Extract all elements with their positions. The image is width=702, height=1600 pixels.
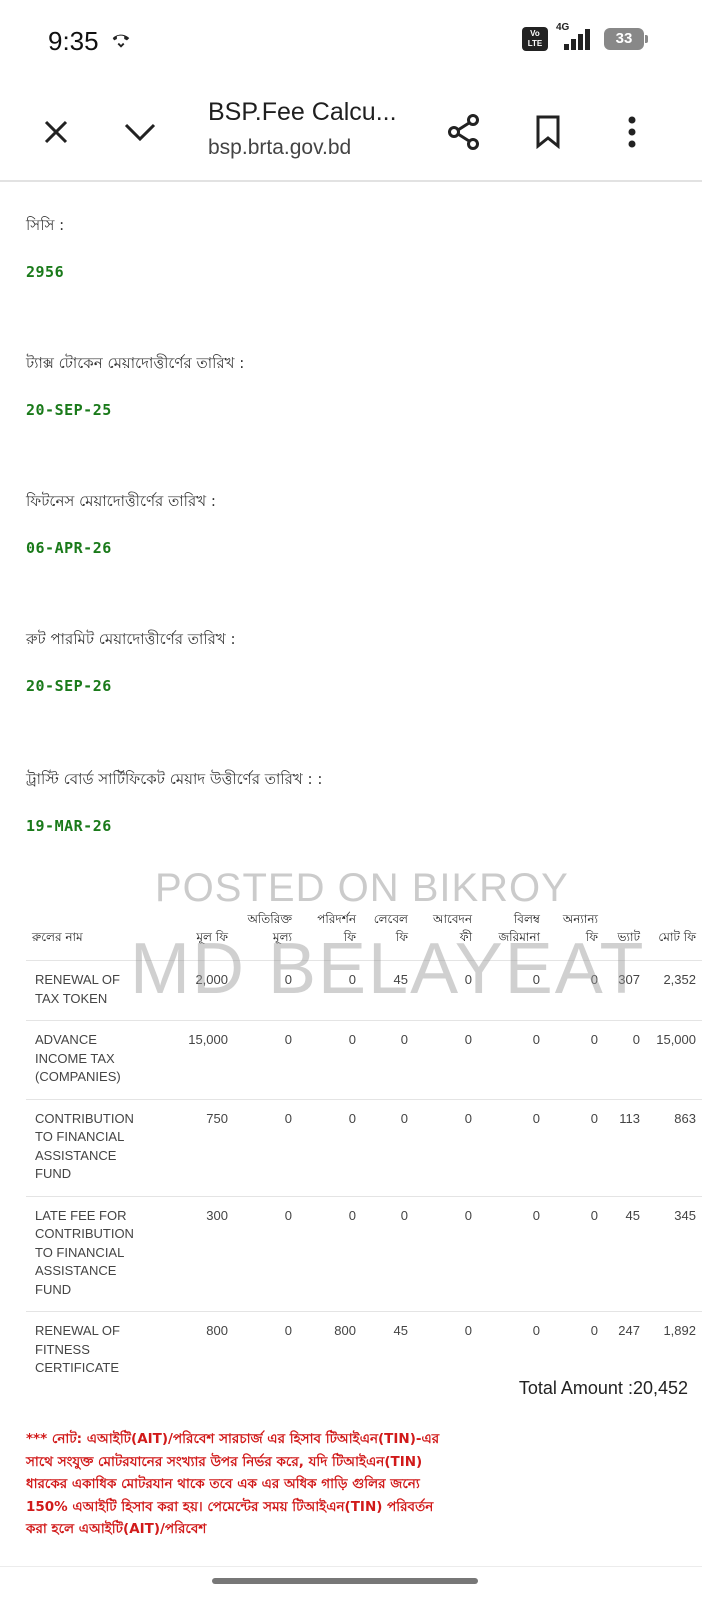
field-label: ট্রাস্টি বোর্ড সার্টিফিকেট মেয়াদ উত্তীর… xyxy=(26,770,323,788)
page-url: bsp.brta.gov.bd xyxy=(208,136,352,159)
status-bar: 9:35 Vo LTE 4G 33 xyxy=(0,0,702,84)
table-cell: 2,352 xyxy=(646,960,702,1021)
table-cell: 0 xyxy=(478,1195,546,1312)
call-icon xyxy=(110,28,132,54)
table-cell: 0 xyxy=(298,1195,362,1312)
bookmark-icon[interactable] xyxy=(524,108,572,156)
status-time: 9:35 xyxy=(48,26,99,56)
table-cell: 15,000 xyxy=(646,1020,702,1099)
table-cell: 0 xyxy=(604,1020,646,1099)
page-title: BSP.Fee Calcu... xyxy=(208,98,397,126)
table-cell: 0 xyxy=(414,1311,478,1390)
field-route-permit-expiry: রুট পারমিট মেয়াদোত্তীর্ণের তারিখ : 20-S… xyxy=(26,628,236,695)
table-cell: 0 xyxy=(546,1020,604,1099)
table-cell: ADVANCE INCOME TAX (COMPANIES) xyxy=(26,1020,151,1099)
table-cell: 0 xyxy=(414,1020,478,1099)
field-value: 06-APR-26 xyxy=(26,539,112,557)
table-cell: 15,000 xyxy=(151,1020,234,1099)
battery-icon: 33 xyxy=(604,28,648,50)
field-value: 2956 xyxy=(26,263,65,281)
field-label: রুট পারমিট মেয়াদোত্তীর্ণের তারিখ : xyxy=(26,630,236,648)
watermark-name: MD BELAYEAT xyxy=(130,929,646,1009)
table-row: ADVANCE INCOME TAX (COMPANIES) 15,000 0 … xyxy=(26,1020,702,1099)
table-cell: 0 xyxy=(298,1020,362,1099)
volte-icon: Vo LTE xyxy=(522,27,548,51)
table-cell: 0 xyxy=(298,1098,362,1196)
gesture-nav-handle[interactable] xyxy=(212,1578,478,1584)
total-amount: Total Amount :20,452 xyxy=(518,1378,688,1398)
table-cell: 0 xyxy=(234,1311,298,1390)
browser-toolbar: BSP.Fee Calcu... bsp.brta.gov.bd xyxy=(0,84,702,182)
field-fitness-expiry: ফিটনেস মেয়াদোত্তীর্ণের তারিখ : 06-APR-2… xyxy=(26,490,216,557)
table-cell: 0 xyxy=(478,1098,546,1196)
table-cell: 0 xyxy=(234,1020,298,1099)
table-cell: LATE FEE FOR CONTRIBUTION TO FINANCIAL A… xyxy=(26,1195,151,1312)
table-cell: 800 xyxy=(151,1311,234,1390)
table-cell: CONTRIBUTION TO FINANCIAL ASSISTANCE FUN… xyxy=(26,1098,151,1196)
table-cell: 0 xyxy=(234,1098,298,1196)
more-options-icon[interactable] xyxy=(608,108,656,156)
network-type: 4G xyxy=(556,22,570,33)
table-cell: 0 xyxy=(362,1195,414,1312)
table-row: LATE FEE FOR CONTRIBUTION TO FINANCIAL A… xyxy=(26,1195,702,1312)
table-cell: 0 xyxy=(362,1098,414,1196)
table-cell: 0 xyxy=(362,1020,414,1099)
table-cell: 45 xyxy=(362,1311,414,1390)
table-cell: 45 xyxy=(604,1195,646,1312)
table-cell: 300 xyxy=(151,1195,234,1312)
field-value: 19-MAR-26 xyxy=(26,817,112,835)
table-cell: 0 xyxy=(234,1195,298,1312)
field-value: 20-SEP-26 xyxy=(26,677,112,695)
field-label: ট্যাক্স টোকেন মেয়াদোত্তীর্ণের তারিখ : xyxy=(26,354,245,372)
close-icon[interactable] xyxy=(32,108,80,156)
field-cc: সিসি : 2956 xyxy=(26,214,64,281)
table-cell: 0 xyxy=(414,1098,478,1196)
signal-icon: 4G xyxy=(556,22,596,52)
chevron-down-icon[interactable] xyxy=(116,108,164,156)
table-row: CONTRIBUTION TO FINANCIAL ASSISTANCE FUN… xyxy=(26,1098,702,1196)
field-trustee-certificate-expiry: ট্রাস্টি বোর্ড সার্টিফিকেট মেয়াদ উত্তীর… xyxy=(26,768,322,835)
table-cell: 0 xyxy=(546,1195,604,1312)
field-label: ফিটনেস মেয়াদোত্তীর্ণের তারিখ : xyxy=(26,492,216,510)
table-cell: 0 xyxy=(478,1020,546,1099)
table-cell: 750 xyxy=(151,1098,234,1196)
table-cell: 0 xyxy=(546,1098,604,1196)
column-header: মোট ফি xyxy=(658,930,696,944)
table-cell: RENEWAL OF FITNESS CERTIFICATE xyxy=(26,1311,151,1390)
field-tax-token-expiry: ট্যাক্স টোকেন মেয়াদোত্তীর্ণের তারিখ : 2… xyxy=(26,352,244,419)
share-icon[interactable] xyxy=(440,108,488,156)
field-value: 20-SEP-25 xyxy=(26,401,112,419)
note-text: *** নোট: এআইটি(AIT)/পরিবেশ সারচার্জ এর হ… xyxy=(26,1431,440,1537)
table-cell: 800 xyxy=(298,1311,362,1390)
watermark-posted-on: POSTED ON BIKROY xyxy=(155,866,569,910)
field-label: সিসি : xyxy=(26,216,65,234)
table-cell: 0 xyxy=(414,1195,478,1312)
nav-divider xyxy=(0,1566,702,1567)
table-cell: 345 xyxy=(646,1195,702,1312)
table-cell: 113 xyxy=(604,1098,646,1196)
table-cell: 863 xyxy=(646,1098,702,1196)
